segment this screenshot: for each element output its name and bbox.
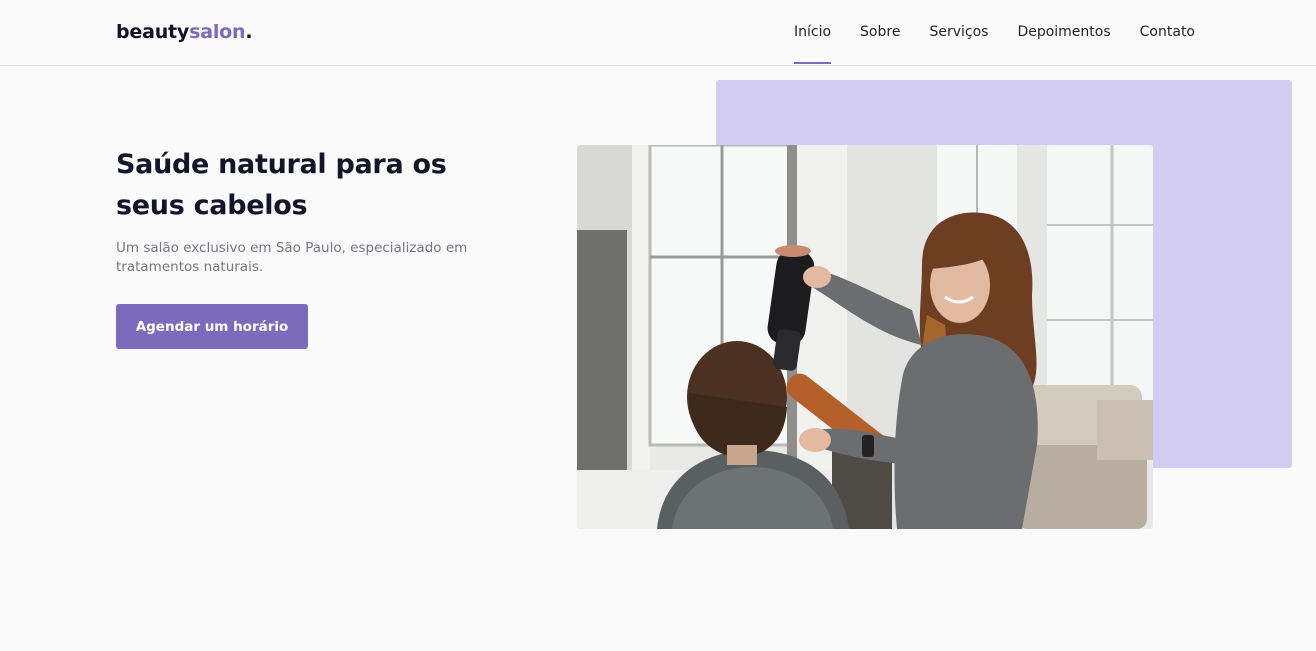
logo-dot: . (245, 21, 253, 43)
schedule-appointment-button[interactable]: Agendar um horário (116, 304, 308, 349)
site-header: beautysalon. Início Sobre Serviços Depoi… (0, 0, 1316, 66)
logo-part-beauty: beauty (116, 21, 190, 43)
nav-link-depoimentos[interactable]: Depoimentos (1017, 0, 1110, 66)
nav-link-servicos[interactable]: Serviços (929, 0, 988, 66)
main-nav: Início Sobre Serviços Depoimentos Contat… (793, 0, 1195, 66)
nav-link-sobre[interactable]: Sobre (860, 0, 900, 66)
nav-link-contato[interactable]: Contato (1140, 0, 1195, 66)
hero-subtitle: Um salão exclusivo em São Paulo, especia… (116, 240, 468, 275)
hero-title: Saúde natural para os seus cabelos (116, 149, 447, 221)
logo[interactable]: beautysalon. (116, 20, 253, 44)
logo-part-salon: salon (189, 21, 246, 43)
nav-link-inicio[interactable]: Início (793, 0, 832, 66)
salon-photo (577, 145, 1153, 529)
